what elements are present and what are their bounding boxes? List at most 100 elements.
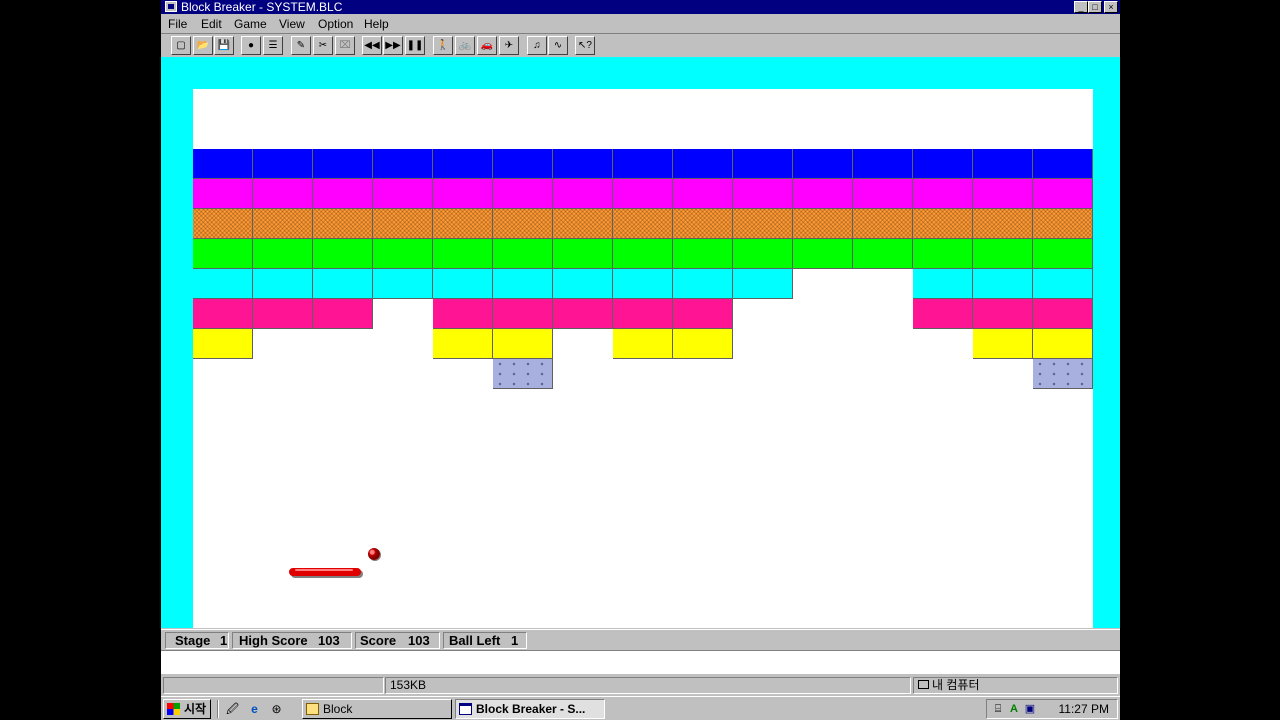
brick-yellow xyxy=(673,329,733,359)
brick-orange xyxy=(733,209,793,239)
blank-strip xyxy=(161,650,1120,674)
start-label: 시작 xyxy=(184,702,207,716)
brick-cyan xyxy=(373,269,433,299)
desktop-icon[interactable]: 🖉 xyxy=(225,702,240,717)
brick-blue xyxy=(553,149,613,179)
pause-button[interactable]: ❚❚ xyxy=(405,36,425,55)
walk-button[interactable]: 🚶 xyxy=(433,36,453,55)
menu-edit[interactable]: Edit xyxy=(201,16,222,32)
tools-button[interactable]: ✂ xyxy=(313,36,333,55)
app-window-icon xyxy=(459,703,472,715)
pause-icon: ❚❚ xyxy=(406,40,424,51)
bicycle-button[interactable]: 🚲 xyxy=(455,36,475,55)
taskbar-separator xyxy=(217,700,219,718)
brick-cyan xyxy=(493,269,553,299)
menu-file[interactable]: File xyxy=(168,16,187,32)
balls-left-value: 1 xyxy=(511,633,519,648)
sound-wave-button[interactable]: ∿ xyxy=(548,36,568,55)
menu-option[interactable]: Option xyxy=(318,16,353,32)
edit-pen-button[interactable]: ✎ xyxy=(291,36,311,55)
start-button[interactable]: 시작 xyxy=(163,699,211,719)
score-label: Score xyxy=(360,633,397,648)
brick-orange xyxy=(193,209,253,239)
brick-pink xyxy=(913,299,973,329)
brick-orange xyxy=(493,209,553,239)
brick-blue xyxy=(253,149,313,179)
brick-blue xyxy=(313,149,373,179)
car-button[interactable]: 🚗 xyxy=(477,36,497,55)
save-button[interactable]: 💾 xyxy=(214,36,234,55)
windows-logo-icon xyxy=(167,703,180,715)
brick-magenta xyxy=(1033,179,1093,209)
stage-panel: Stage 1 xyxy=(165,632,229,649)
brick-blue xyxy=(373,149,433,179)
brick-pink xyxy=(253,299,313,329)
brick-yellow xyxy=(973,329,1033,359)
record-button[interactable]: ● xyxy=(241,36,261,55)
title-bar[interactable]: Block Breaker - SYSTEM.BLC _ □ × xyxy=(161,0,1120,14)
brick-orange xyxy=(913,209,973,239)
airplane-icon: ✈ xyxy=(504,40,514,51)
new-button[interactable]: ▢ xyxy=(171,36,191,55)
brick-orange xyxy=(313,209,373,239)
balls-left-label: Ball Left xyxy=(449,633,501,648)
menu-help[interactable]: Help xyxy=(364,16,389,32)
brick-pink xyxy=(553,299,613,329)
ime-icon[interactable]: A xyxy=(1007,703,1021,716)
brick-cyan xyxy=(193,269,253,299)
clock: 11:27 PM xyxy=(1058,702,1109,716)
brick-blue xyxy=(973,149,1033,179)
ball xyxy=(368,548,380,560)
channels-icon[interactable]: ⊛ xyxy=(269,702,284,717)
list-button[interactable]: ☰ xyxy=(263,36,283,55)
brick-blue xyxy=(433,149,493,179)
task-block-breaker[interactable]: Block Breaker - S... xyxy=(455,699,605,719)
balls-left-panel: Ball Left 1 xyxy=(443,632,527,649)
high-score-label: High Score xyxy=(239,633,308,648)
app-window: Block Breaker - SYSTEM.BLC _ □ × File Ed… xyxy=(161,0,1120,720)
brick-blue xyxy=(793,149,853,179)
status-size: 153KB xyxy=(385,677,911,694)
brick-orange xyxy=(553,209,613,239)
app-icon[interactable] xyxy=(165,1,177,12)
playfield[interactable] xyxy=(193,89,1093,628)
brick-cyan xyxy=(553,269,613,299)
music-button[interactable]: ♫ xyxy=(527,36,547,55)
network-icon[interactable]: ⌸ xyxy=(991,703,1005,716)
display-icon[interactable]: ▣ xyxy=(1023,703,1037,716)
window-title: Block Breaker - SYSTEM.BLC xyxy=(181,0,343,14)
maximize-button[interactable]: □ xyxy=(1088,1,1102,13)
folder-icon xyxy=(306,703,319,715)
fast-forward-button[interactable]: ▶▶ xyxy=(383,36,403,55)
clear-button[interactable]: ⌧ xyxy=(335,36,355,55)
paddle[interactable] xyxy=(289,568,361,576)
brick-blue xyxy=(193,149,253,179)
task-block-breaker-label: Block Breaker - S... xyxy=(476,702,586,716)
menu-game[interactable]: Game xyxy=(234,16,267,32)
brick-orange xyxy=(673,209,733,239)
task-block-label: Block xyxy=(323,702,353,716)
menu-view[interactable]: View xyxy=(279,16,305,32)
brick-pink xyxy=(313,299,373,329)
brick-orange xyxy=(793,209,853,239)
help-cursor-button[interactable]: ↖? xyxy=(575,36,595,55)
minimize-button[interactable]: _ xyxy=(1074,1,1088,13)
brick-green xyxy=(253,239,313,269)
brick-magenta xyxy=(733,179,793,209)
brick-pink xyxy=(973,299,1033,329)
save-icon: 💾 xyxy=(217,40,231,51)
brick-magenta xyxy=(253,179,313,209)
open-button[interactable]: 📂 xyxy=(193,36,213,55)
airplane-button[interactable]: ✈ xyxy=(499,36,519,55)
brick-yellow xyxy=(433,329,493,359)
brick-yellow xyxy=(1033,329,1093,359)
brick-blue xyxy=(1033,149,1093,179)
task-block-folder[interactable]: Block xyxy=(302,699,452,719)
brick-orange xyxy=(973,209,1033,239)
status-location-label: 내 컴퓨터 xyxy=(932,678,980,692)
brick-green xyxy=(1033,239,1093,269)
game-area[interactable] xyxy=(161,57,1120,628)
rewind-button[interactable]: ◀◀ xyxy=(362,36,382,55)
close-button[interactable]: × xyxy=(1104,1,1118,13)
ie-icon[interactable]: e xyxy=(247,702,262,717)
